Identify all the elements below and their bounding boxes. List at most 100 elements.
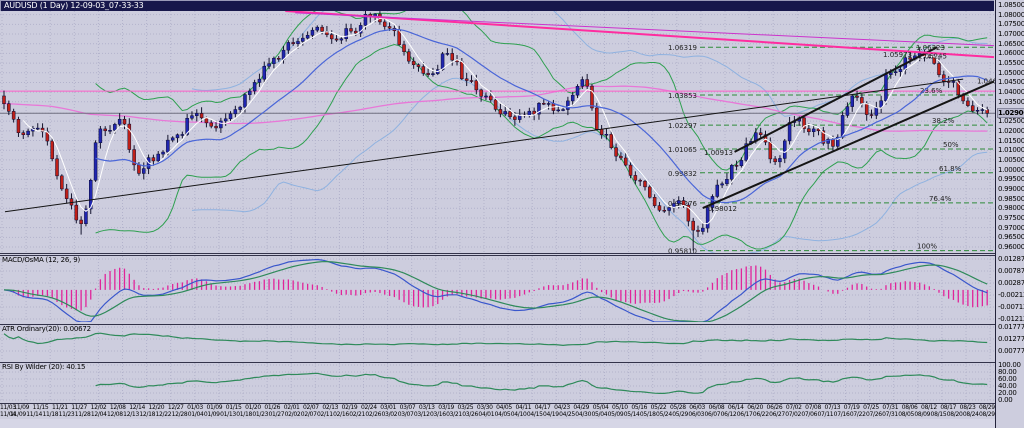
date-label: 04/10 (511, 411, 527, 418)
price-tick: 0.99000 (998, 185, 1024, 193)
date-label: 02/16 (333, 411, 349, 418)
date-label: 01/27 (269, 411, 285, 418)
rsi-tick: 0.00 (998, 396, 1012, 404)
price-tick: 1.01000 (998, 146, 1024, 154)
date-label: 12/14 (129, 404, 145, 411)
date-label: 05/16 (631, 404, 647, 411)
price-tick: 1.00000 (998, 166, 1024, 174)
date-label: 07/22 (850, 411, 866, 418)
date-label: 02/13 (322, 404, 338, 411)
date-label: 01/26 (264, 404, 280, 411)
price-tick: 0.96000 (998, 243, 1024, 251)
price-tick: 1.05500 (998, 59, 1024, 67)
macd-tick: -0.01213 (998, 315, 1024, 323)
price-tick: 1.06000 (998, 49, 1024, 57)
price-tick: 1.06500 (998, 40, 1024, 48)
date-label: 04/23 (554, 404, 570, 411)
fib-pct-label: 38.2% (932, 117, 955, 125)
date-label: 07/31 (882, 404, 898, 411)
date-label: 11/09 (13, 404, 29, 411)
atr-canvas[interactable] (0, 325, 995, 361)
price-tick: 1.00500 (998, 156, 1024, 164)
rsi-panel[interactable] (0, 363, 995, 402)
date-label: 07/02 (786, 404, 802, 411)
trendline-price-label: 1.0460 (977, 78, 995, 86)
date-label: 01/13 (220, 411, 236, 418)
date-label: 11/23 (59, 411, 75, 418)
price-chart-canvas[interactable]: 1.063191.0385323.6%1.0229738.2%1.0106550… (0, 11, 995, 253)
price-tick: 1.07500 (998, 20, 1024, 28)
rsi-canvas[interactable] (0, 363, 995, 402)
price-tick: 1.07000 (998, 30, 1024, 38)
date-label: 04/15 (527, 411, 543, 418)
date-label: 04/30 (575, 411, 591, 418)
date-label: 01/04 (188, 411, 204, 418)
date-label: 03/26 (462, 411, 478, 418)
date-label: 03/01 (380, 404, 396, 411)
date-label: 12/08 (110, 404, 126, 411)
date-label: 07/13 (824, 404, 840, 411)
price-tick: 0.96500 (998, 233, 1024, 241)
date-label: 08/05 (898, 411, 914, 418)
macd-tick: 0.00287 (998, 279, 1024, 287)
price-axis[interactable]: 1.085001.080001.075001.070001.065001.060… (995, 0, 1024, 428)
date-label: 03/12 (414, 411, 430, 418)
trendline-price-label: 0.98012 (708, 205, 737, 213)
fib-pct-label: 100% (917, 243, 937, 251)
date-label: 12/28 (172, 411, 188, 418)
date-label: 08/23 (960, 404, 976, 411)
date-axis-row2[interactable]: 11/0411/0911/1411/1811/2311/2812/0412/08… (0, 411, 995, 418)
date-label: 06/26 (767, 404, 783, 411)
date-label: 04/19 (543, 411, 559, 418)
price-tick: 1.02500 (998, 117, 1024, 125)
atr-panel[interactable] (0, 325, 995, 361)
date-label: 02/26 (365, 411, 381, 418)
price-tick: 0.98000 (998, 204, 1024, 212)
date-label: 11/28 (75, 411, 91, 418)
date-label: 11/15 (33, 404, 49, 411)
date-label: 05/04 (591, 411, 607, 418)
date-label: 08/15 (931, 411, 947, 418)
date-label: 11/21 (52, 404, 68, 411)
date-axis-row1[interactable]: 11/0311/0911/1511/2111/2712/0212/0812/14… (0, 404, 995, 411)
fib-pct-label: 61.8% (939, 165, 962, 173)
date-label: 04/05 (496, 404, 512, 411)
date-label: 07/02 (785, 411, 801, 418)
price-chart-panel[interactable]: 1.063191.0385323.6%1.0229738.2%1.0106550… (0, 11, 995, 253)
date-label: 12/22 (155, 411, 171, 418)
date-label: 11/09 (10, 411, 26, 418)
date-label: 01/09 (204, 411, 220, 418)
price-tick: 1.08500 (998, 1, 1024, 9)
fib-price-label: 1.06319 (668, 44, 697, 52)
date-label: 02/01 (284, 404, 300, 411)
atr-label: ATR Ordinary(20): 0.00672 (2, 325, 91, 333)
trendline-price-label: 1.05973 (883, 51, 912, 59)
date-label: 08/24 (963, 411, 979, 418)
date-label: 05/14 (624, 411, 640, 418)
macd-tick: -0.00213 (998, 291, 1024, 299)
date-label: 02/11 (317, 411, 333, 418)
date-label: 03/30 (477, 404, 493, 411)
date-label: 07/25 (863, 404, 879, 411)
date-label: 06/17 (737, 411, 753, 418)
macd-panel[interactable] (0, 256, 995, 322)
trendline-price-label: 1.00913 (704, 149, 733, 157)
date-label: 12/18 (139, 411, 155, 418)
date-label: 04/29 (573, 404, 589, 411)
macd-canvas[interactable] (0, 256, 995, 322)
macd-tick: 0.00787 (998, 267, 1024, 275)
date-label: 05/24 (656, 411, 672, 418)
date-label: 07/19 (844, 404, 860, 411)
date-label: 08/17 (940, 404, 956, 411)
price-tick: 1.02000 (998, 127, 1024, 135)
date-label: 06/14 (728, 404, 744, 411)
date-label: 02/02 (285, 411, 301, 418)
date-label: 02/07 (303, 404, 319, 411)
atr-tick: 0.01277 (998, 335, 1024, 343)
date-label: 01/23 (252, 411, 268, 418)
date-label: 12/02 (91, 404, 107, 411)
fib-price-label: 1.02297 (668, 122, 697, 130)
macd-tick: 0.01287 (998, 255, 1024, 263)
date-label: 12/13 (123, 411, 139, 418)
panel-divider (0, 253, 995, 254)
